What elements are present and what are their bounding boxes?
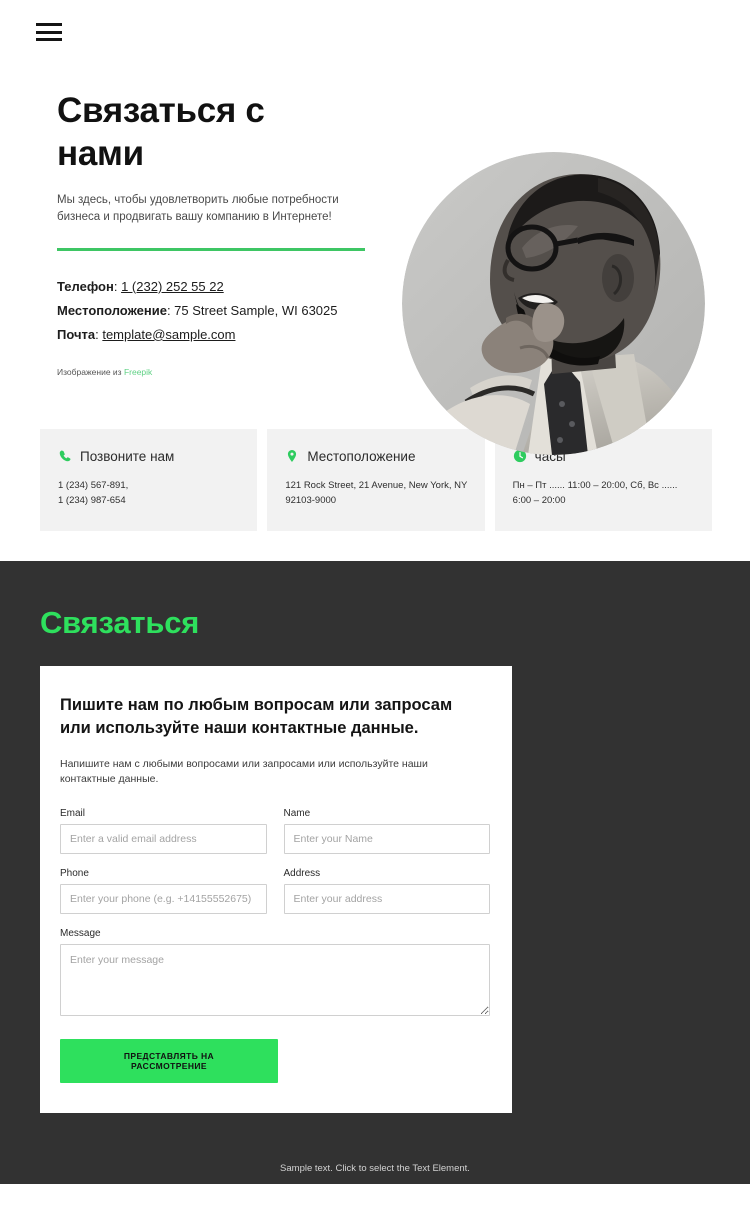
card-call-us: Позвоните нам 1 (234) 567-891, 1 (234) 9…	[40, 428, 258, 531]
page-root: Связаться с нами Мы здесь, чтобы удовлет…	[0, 0, 750, 1207]
field-email: Email	[60, 808, 267, 855]
phone-icon	[59, 450, 71, 462]
contact-phone-value[interactable]: 1 (232) 252 55 22	[121, 279, 224, 294]
address-input[interactable]	[283, 884, 490, 915]
contact-location-label: Местоположение	[57, 302, 167, 318]
phone-input[interactable]	[60, 884, 267, 915]
card-title: Позвоните нам	[80, 448, 175, 464]
card-body: Пн – Пт ...... 11:00 – 20:00, Сб, Вс ...…	[512, 479, 678, 507]
contact-heading: Связаться	[40, 604, 200, 640]
contact-email-label: Почта	[57, 326, 96, 342]
hero-photo-container	[402, 152, 705, 455]
form-intro: Напишите нам с любыми вопросами или запр…	[60, 757, 428, 786]
form-row-1: Email Name	[60, 808, 490, 855]
submit-button[interactable]: ПРЕДСТАВЛЯТЬ НА РАССМОТРЕНИЕ	[60, 1039, 278, 1084]
contact-phone-label: Телефон	[57, 278, 114, 294]
footer-sample-text: Sample text. Click to select the Text El…	[280, 1163, 470, 1175]
field-name: Name	[283, 808, 490, 855]
colon: :	[113, 278, 122, 294]
form-row-2: Phone Address	[60, 868, 490, 915]
contact-location-value: 75 Street Sample, WI 63025	[174, 302, 338, 318]
site-header	[0, 0, 750, 62]
card-body: 121 Rock Street, 21 Avenue, New York, NY…	[285, 479, 468, 507]
page-title: Связаться с нами	[57, 91, 265, 173]
contact-section: Связаться Пишите нам по любым вопросам и…	[0, 560, 750, 1184]
email-input[interactable]	[60, 824, 267, 855]
hamburger-bar	[36, 23, 62, 26]
hamburger-bar	[36, 30, 62, 34]
form-title: Пишите нам по любым вопросам или запроса…	[60, 695, 453, 738]
accent-divider	[57, 247, 365, 251]
contact-email-value[interactable]: template@sample.com	[102, 327, 235, 342]
field-message: Message	[60, 928, 490, 1021]
map-pin-icon	[288, 450, 297, 463]
card-body: 1 (234) 567-891, 1 (234) 987-654	[58, 479, 129, 507]
hero-text-column: Связаться с нами Мы здесь, чтобы удовлет…	[57, 90, 377, 377]
contact-phone-line: Телефон: 1 (232) 252 55 22	[57, 275, 377, 299]
label-name: Name	[283, 808, 311, 820]
freepik-link[interactable]: Freepik	[124, 367, 152, 377]
contact-email-line: Почта: template@sample.com	[57, 323, 377, 347]
hero-subtitle: Мы здесь, чтобы удовлетворить любые потр…	[57, 194, 339, 224]
contact-form-card: Пишите нам по любым вопросам или запроса…	[40, 665, 512, 1114]
card-header: Позвоните нам	[58, 449, 241, 464]
label-message: Message	[60, 928, 101, 940]
label-email: Email	[60, 808, 86, 820]
hamburger-bar	[36, 38, 62, 41]
hamburger-menu-icon[interactable]	[36, 21, 62, 41]
label-address: Address	[283, 868, 321, 880]
portrait-photo	[402, 152, 705, 455]
hero-section: Связаться с нами Мы здесь, чтобы удовлет…	[0, 62, 750, 455]
card-title: Местоположение	[307, 448, 416, 464]
name-input[interactable]	[283, 824, 490, 855]
image-credit: Изображение из Freepik	[57, 367, 377, 377]
field-phone: Phone	[60, 868, 267, 915]
contact-location-line: Местоположение: 75 Street Sample, WI 630…	[57, 299, 377, 323]
field-address: Address	[283, 868, 490, 915]
image-credit-prefix: Изображение из	[57, 366, 122, 377]
message-textarea[interactable]	[60, 944, 490, 1017]
label-phone: Phone	[60, 868, 89, 880]
